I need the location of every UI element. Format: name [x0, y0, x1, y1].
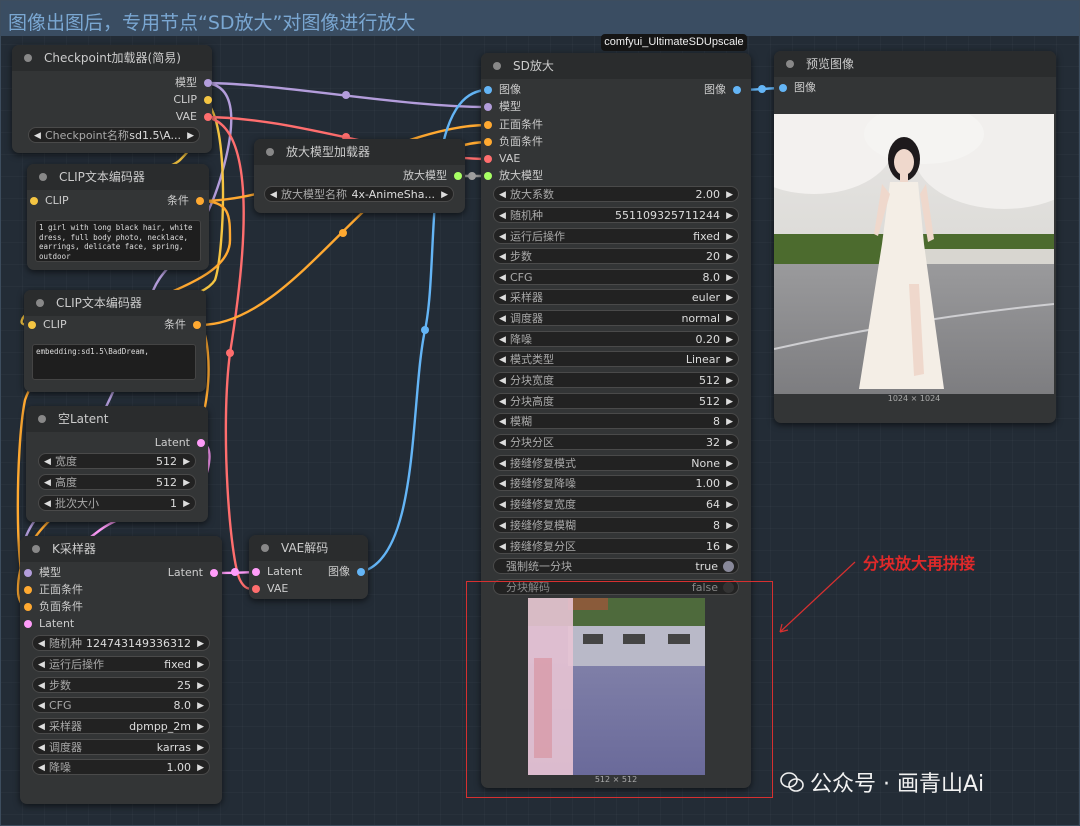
- output-clip[interactable]: CLIP: [17, 92, 212, 108]
- clip-text-encode-positive-node[interactable]: CLIP文本编码器 CLIP 条件 1 girl with long black…: [27, 164, 209, 270]
- node-title: Checkpoint加载器(简易): [44, 51, 181, 65]
- batch-size-number[interactable]: ◀ 批次大小 1 ▶: [38, 495, 196, 511]
- clip-text-encode-negative-node[interactable]: CLIP文本编码器 CLIP 条件 embedding:sd1.5\BadDre…: [24, 290, 206, 392]
- seam-fix-blur-number[interactable]: ◀ 接缝修复模糊 8 ▶: [493, 517, 739, 533]
- tile-padding-number[interactable]: ◀ 分块分区 32 ▶: [493, 434, 739, 450]
- mode-type-combo[interactable]: ◀ 模式类型 Linear ▶: [493, 351, 739, 367]
- collapse-dot-icon[interactable]: [786, 60, 794, 68]
- steps-number[interactable]: ◀ 步数 20 ▶: [493, 248, 739, 264]
- node-pack-badge: comfyui_UltimateSDUpscale: [601, 34, 747, 51]
- output-model[interactable]: 模型: [17, 75, 212, 91]
- input-image[interactable]: 图像: [779, 80, 816, 96]
- ksampler-node[interactable]: K采样器 模型 正面条件 负面条件 Latent Latent ◀ 随机种 1247…: [20, 536, 222, 804]
- input-model[interactable]: 模型: [484, 99, 521, 115]
- collapse-dot-icon[interactable]: [32, 545, 40, 553]
- seam-fix-denoise-number[interactable]: ◀ 接缝修复降噪 1.00 ▶: [493, 475, 739, 491]
- upscale-model-loader-node[interactable]: 放大模型加载器 放大模型 ◀ 放大模型名称 4x-AnimeSha... ▶: [254, 139, 465, 213]
- collapse-dot-icon[interactable]: [39, 173, 47, 181]
- watermark-text: 公众号 · 画青山Ai: [810, 772, 985, 797]
- wechat-icon: [780, 772, 804, 792]
- width-number[interactable]: ◀ 宽度 512 ▶: [38, 453, 196, 469]
- tile-height-number[interactable]: ◀ 分块高度 512 ▶: [493, 393, 739, 409]
- tile-width-number[interactable]: ◀ 分块宽度 512 ▶: [493, 372, 739, 388]
- collapse-dot-icon[interactable]: [38, 415, 46, 423]
- seam-fix-padding-number[interactable]: ◀ 接缝修复分区 16 ▶: [493, 538, 739, 554]
- upscale-model-name-combo[interactable]: ◀ 放大模型名称 4x-AnimeSha... ▶: [264, 186, 454, 202]
- preview-image-size: 1024 × 1024: [887, 394, 941, 403]
- steps-number[interactable]: ◀ 步数 25 ▶: [32, 677, 210, 693]
- vae-decode-node[interactable]: VAE解码 Latent VAE 图像: [249, 535, 368, 599]
- collapse-dot-icon[interactable]: [36, 299, 44, 307]
- cfg-number[interactable]: ◀ CFG 8.0 ▶: [32, 697, 210, 713]
- output-conditioning[interactable]: 条件: [167, 193, 204, 209]
- seed-number[interactable]: ◀ 随机种 124743149336312 ▶: [32, 635, 210, 651]
- checkpoint-name-combo[interactable]: ◀ Checkpoint名称 sd1.5\A... ▶: [28, 127, 200, 143]
- input-vae[interactable]: VAE: [484, 151, 520, 167]
- scheduler-combo[interactable]: ◀ 调度器 normal ▶: [493, 310, 739, 326]
- force-uniform-tiles-toggle[interactable]: 强制统一分块 true: [493, 558, 739, 574]
- negative-prompt-textarea[interactable]: embedding:sd1.5\BadDream,: [32, 344, 196, 380]
- cfg-number[interactable]: ◀ CFG 8.0 ▶: [493, 269, 739, 285]
- preview-image-node[interactable]: 预览图像 图像 1024 × 1024: [774, 51, 1056, 423]
- checkpoint-loader-node[interactable]: Checkpoint加载器(简易) 模型 CLIP VAE ◀ Checkpoin…: [12, 45, 212, 153]
- denoise-number[interactable]: ◀ 降噪 0.20 ▶: [493, 331, 739, 347]
- sampler-combo[interactable]: ◀ 采样器 euler ▶: [493, 289, 739, 305]
- prompt-textarea[interactable]: 1 girl with long black hair, white dress…: [35, 220, 201, 262]
- input-clip[interactable]: CLIP: [28, 317, 67, 333]
- collapse-dot-icon[interactable]: [24, 54, 32, 62]
- output-upscale-model[interactable]: 放大模型: [403, 168, 462, 184]
- annotation-label: 分块放大再拼接: [863, 554, 976, 573]
- scheduler-combo[interactable]: ◀ 调度器 karras ▶: [32, 739, 210, 755]
- output-image[interactable]: 图像: [328, 564, 365, 580]
- input-positive[interactable]: 正面条件: [24, 582, 83, 598]
- input-positive[interactable]: 正面条件: [484, 117, 543, 133]
- height-number[interactable]: ◀ 高度 512 ▶: [38, 474, 196, 490]
- control-after-generate-combo[interactable]: ◀ 运行后操作 fixed ▶: [493, 228, 739, 244]
- input-upscale-model[interactable]: 放大模型: [484, 168, 543, 184]
- empty-latent-node[interactable]: 空Latent Latent ◀ 宽度 512 ▶ ◀ 高度 512 ▶ ◀ 批次大小 1 ▶: [26, 406, 208, 522]
- input-latent[interactable]: Latent: [252, 564, 302, 580]
- sampler-combo[interactable]: ◀ 采样器 dpmpp_2m ▶: [32, 718, 210, 734]
- output-image[interactable]: 图像: [704, 82, 741, 98]
- control-after-generate-combo[interactable]: ◀ 运行后操作 fixed ▶: [32, 656, 210, 672]
- input-latent[interactable]: Latent: [24, 616, 74, 632]
- output-preview-image: [774, 114, 1054, 394]
- seam-fix-mode-combo[interactable]: ◀ 接缝修复模式 None ▶: [493, 455, 739, 471]
- input-negative[interactable]: 负面条件: [484, 134, 543, 150]
- input-negative[interactable]: 负面条件: [24, 599, 83, 615]
- output-latent[interactable]: Latent: [168, 565, 218, 581]
- input-model[interactable]: 模型: [24, 565, 61, 581]
- output-conditioning[interactable]: 条件: [164, 317, 201, 333]
- denoise-number[interactable]: ◀ 降噪 1.00 ▶: [32, 759, 210, 775]
- upscale-by-number[interactable]: ◀ 放大系数 2.00 ▶: [493, 186, 739, 202]
- seed-number[interactable]: ◀ 随机种 551109325711244 ▶: [493, 207, 739, 223]
- collapse-dot-icon[interactable]: [493, 62, 501, 70]
- mask-blur-number[interactable]: ◀ 模糊 8 ▶: [493, 413, 739, 429]
- collapse-dot-icon[interactable]: [261, 544, 269, 552]
- output-vae[interactable]: VAE: [17, 109, 212, 125]
- input-clip[interactable]: CLIP: [30, 193, 69, 209]
- input-image[interactable]: 图像: [484, 82, 521, 98]
- output-latent[interactable]: Latent: [155, 435, 205, 451]
- seam-fix-width-number[interactable]: ◀ 接缝修复宽度 64 ▶: [493, 496, 739, 512]
- input-vae[interactable]: VAE: [252, 581, 288, 597]
- highlight-box: [466, 581, 773, 798]
- collapse-dot-icon[interactable]: [266, 148, 274, 156]
